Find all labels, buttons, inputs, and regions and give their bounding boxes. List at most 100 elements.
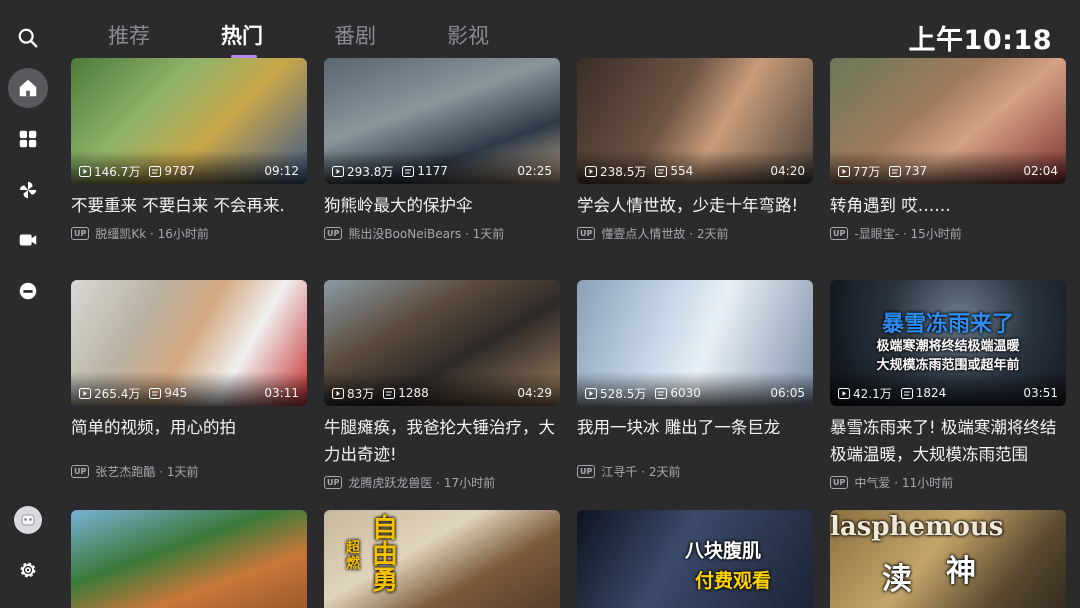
video-title: 狗熊岭最大的保护伞 (324, 196, 473, 215)
categories-button[interactable] (8, 119, 48, 159)
up-badge: UP (577, 465, 596, 478)
video-title: 牛腿瘫痪，我爸抡大锤治疗，大力出奇迹! (324, 418, 555, 464)
video-card[interactable]: 528.5万 6030 06:05 我用一块冰 雕出了一条巨龙 UP 江寻千 ·… (577, 280, 813, 480)
tab-recommend[interactable]: 推荐 (96, 20, 209, 60)
video-grid: 146.7万 9787 09:12 不要重来 不要白来 不会再来. UP 脱缰凯… (71, 58, 1066, 608)
video-card[interactable]: 八块腹肌 付费观看 (577, 510, 813, 608)
video-stats: 146.7万 9787 09:12 (79, 163, 299, 179)
uploader: 张艺杰跑酷 (95, 465, 156, 479)
tab-bar: 推荐 热门 番剧 影视 (96, 20, 548, 60)
pinwheel-icon (19, 181, 37, 199)
video-camera-icon (19, 234, 37, 246)
video-card[interactable]: 暴雪冻雨来了 极端寒潮将终结极端温暖 大规模冻雨范围或超年前 42.1万 182… (830, 280, 1066, 491)
dynamic-button[interactable] (8, 170, 48, 210)
video-title: 暴雪冻雨来了! 极端寒潮将终结极端温暖，大规模冻雨范围 (830, 418, 1057, 464)
duration: 02:04 (1023, 164, 1058, 178)
video-card[interactable]: 293.8万 1177 02:25 狗熊岭最大的保护伞 UP 熊出没BooNei… (324, 58, 560, 242)
danmaku-count: 1288 (398, 386, 429, 400)
up-badge: UP (324, 227, 343, 240)
video-thumbnail: 265.4万 945 03:11 (71, 280, 307, 406)
publish-time: 17小时前 (443, 476, 496, 490)
danmaku-icon (149, 165, 162, 177)
clock: 上午10:18 (908, 25, 1052, 56)
play-count-icon (332, 387, 344, 399)
video-meta: UP 懂壹点人情世故 · 2天前 (577, 225, 813, 242)
duration: 09:12 (264, 164, 299, 178)
play-count-icon (585, 387, 597, 399)
video-stats: 293.8万 1177 02:25 (332, 163, 552, 179)
video-card[interactable]: 146.7万 9787 09:12 不要重来 不要白来 不会再来. UP 脱缰凯… (71, 58, 307, 242)
video-thumbnail: 293.8万 1177 02:25 (324, 58, 560, 184)
thumbnail-subline: 极端寒潮将终结极端温暖 (876, 339, 1020, 354)
danmaku-count: 737 (904, 164, 928, 178)
video-card[interactable]: lasphemous 渎 神 (830, 510, 1066, 608)
video-card[interactable]: 238.5万 554 04:20 学会人情世故，少走十年弯路! UP 懂壹点人情… (577, 58, 813, 242)
video-thumbnail: 146.7万 9787 09:12 (71, 58, 307, 184)
movies-button[interactable] (8, 220, 48, 260)
video-stats: 83万 1288 04:29 (332, 385, 552, 401)
tab-hot[interactable]: 热门 (209, 20, 322, 60)
profile-button[interactable] (8, 500, 48, 540)
danmaku-icon (655, 165, 668, 177)
view-count: 293.8万 (347, 164, 394, 179)
live-icon (19, 282, 37, 300)
video-card[interactable]: 83万 1288 04:29 牛腿瘫痪，我爸抡大锤治疗，大力出奇迹! UP 龙腾… (324, 280, 560, 491)
search-button[interactable] (8, 18, 48, 58)
view-count: 146.7万 (94, 164, 141, 179)
thumbnail-headline: 八块腹肌 (685, 540, 762, 562)
video-stats: 265.4万 945 03:11 (79, 385, 299, 401)
uploader: 熊出没BooNeiBears (348, 227, 462, 241)
danmaku-count: 945 (164, 386, 188, 400)
danmaku-icon (383, 387, 396, 399)
video-card[interactable]: 77万 737 02:04 转角遇到 哎…… UP -显眼宝- · 15小时前 (830, 58, 1066, 242)
up-badge: UP (71, 465, 90, 478)
video-meta: UP 脱缰凯Kk · 16小时前 (71, 225, 307, 242)
tab-movies[interactable]: 影视 (435, 20, 548, 60)
video-thumbnail (71, 510, 307, 608)
play-count-icon (838, 387, 850, 399)
uploader: -显眼宝- (854, 227, 900, 241)
play-count-icon (332, 165, 344, 177)
publish-time: 2天前 (696, 227, 729, 241)
uploader: 中气爱 (854, 476, 891, 490)
thumbnail-subline: 神 (946, 554, 976, 589)
view-count: 83万 (347, 386, 375, 401)
duration: 04:29 (517, 386, 552, 400)
danmaku-count: 9787 (164, 164, 195, 178)
video-title: 我用一块冰 雕出了一条巨龙 (577, 418, 781, 437)
video-thumbnail: 暴雪冻雨来了 极端寒潮将终结极端温暖 大规模冻雨范围或超年前 42.1万 182… (830, 280, 1066, 406)
video-card[interactable]: 自 由 勇 超 燃 (324, 510, 560, 608)
gear-icon (20, 562, 36, 578)
up-badge: UP (324, 476, 343, 489)
play-count-icon (79, 165, 91, 177)
thumbnail-headline: lasphemous (830, 512, 1004, 542)
play-count-icon (838, 165, 850, 177)
play-count-icon (585, 165, 597, 177)
view-count: 528.5万 (600, 386, 647, 401)
video-title: 简单的视频，用心的拍 (71, 418, 236, 437)
home-icon (19, 79, 37, 97)
video-thumbnail: lasphemous 渎 神 (830, 510, 1066, 608)
video-meta: UP 龙腾虎跃龙兽医 · 17小时前 (324, 474, 560, 491)
thumbnail-subline: 付费观看 (695, 570, 772, 592)
video-card[interactable] (71, 510, 307, 608)
settings-button[interactable] (8, 550, 48, 590)
home-button[interactable] (8, 68, 48, 108)
video-stats: 77万 737 02:04 (838, 163, 1058, 179)
video-meta: UP -显眼宝- · 15小时前 (830, 225, 1066, 242)
thumbnail-subline: 大规模冻雨范围或超年前 (876, 358, 1020, 373)
video-stats: 528.5万 6030 06:05 (585, 385, 805, 401)
tab-bangumi[interactable]: 番剧 (322, 20, 435, 60)
video-stats: 238.5万 554 04:20 (585, 163, 805, 179)
avatar (14, 506, 42, 534)
search-icon (18, 28, 38, 48)
publish-time: 15小时前 (910, 227, 962, 241)
uploader: 江寻千 (601, 465, 638, 479)
danmaku-icon (655, 387, 668, 399)
danmaku-icon (889, 165, 902, 177)
view-count: 238.5万 (600, 164, 647, 179)
video-card[interactable]: 265.4万 945 03:11 简单的视频，用心的拍 UP 张艺杰跑酷 · 1… (71, 280, 307, 480)
live-button[interactable] (8, 271, 48, 311)
video-meta: UP 张艺杰跑酷 · 1天前 (71, 463, 307, 480)
uploader: 龙腾虎跃龙兽医 (348, 476, 433, 490)
